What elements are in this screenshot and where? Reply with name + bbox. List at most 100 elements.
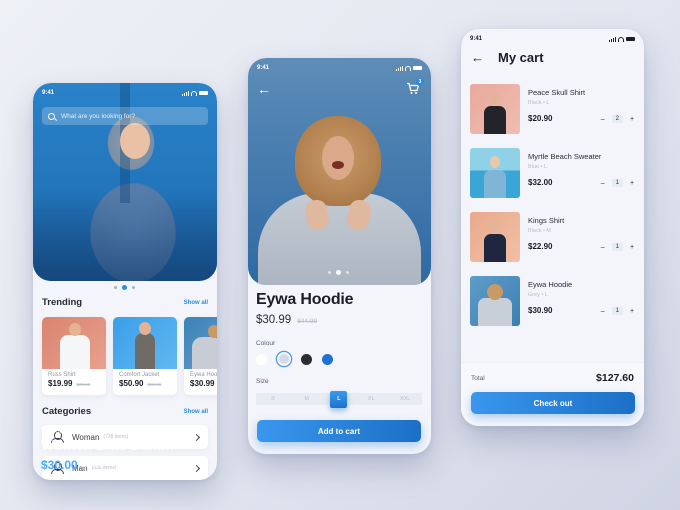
colour-swatch-black[interactable] bbox=[301, 353, 312, 365]
colour-picker bbox=[256, 352, 333, 366]
cart-item-name: Peace Skull Shirt bbox=[528, 88, 586, 97]
carousel-dot[interactable] bbox=[328, 271, 331, 274]
image-carousel-dots[interactable] bbox=[328, 270, 349, 275]
product-image[interactable] bbox=[248, 58, 431, 285]
hero-model-image bbox=[120, 123, 150, 159]
battery-icon bbox=[413, 66, 422, 70]
carousel-dot[interactable] bbox=[346, 271, 349, 274]
status-time: 9:41 bbox=[42, 90, 55, 96]
trending-card[interactable]: Comfort Jacket $50.90 $60.90 bbox=[113, 317, 177, 395]
product-old-price: $25.99 bbox=[76, 382, 91, 387]
size-option[interactable]: S bbox=[263, 396, 283, 402]
hero-info: Recommendations Women Blue Denim $30.00 … bbox=[41, 426, 174, 472]
hero-label: Recommendations bbox=[41, 426, 108, 435]
cart-item-image bbox=[470, 276, 520, 326]
increase-button[interactable]: + bbox=[628, 308, 636, 315]
trending-show-all-link[interactable]: Show all bbox=[184, 300, 208, 306]
trending-header: Trending Show all bbox=[42, 297, 208, 308]
status-time: 9:41 bbox=[257, 65, 270, 71]
carousel-dot-active[interactable] bbox=[122, 285, 127, 290]
carousel-dot-active[interactable] bbox=[336, 270, 341, 275]
product-image bbox=[42, 317, 106, 369]
cart-screen: 9:41 ← My cart Peace Skull Shirt Black •… bbox=[461, 29, 644, 426]
wifi-icon bbox=[405, 65, 411, 71]
product-price: $30.99 bbox=[190, 379, 215, 388]
status-bar: 9:41 bbox=[470, 35, 635, 43]
signal-icon bbox=[396, 65, 403, 71]
cart-button[interactable]: 3 bbox=[406, 78, 424, 95]
colour-swatch-blue[interactable] bbox=[322, 353, 333, 365]
product-name: Russ Shirt bbox=[48, 372, 76, 378]
product-old-price: $60.90 bbox=[147, 382, 162, 387]
back-arrow-icon[interactable]: ← bbox=[471, 51, 484, 64]
status-bar: 9:41 bbox=[257, 64, 422, 72]
size-option[interactable]: M bbox=[297, 396, 317, 402]
decrease-button[interactable]: – bbox=[599, 244, 607, 251]
product-price: $19.99 bbox=[48, 379, 73, 388]
categories-show-all-link[interactable]: Show all bbox=[184, 409, 208, 415]
wifi-icon bbox=[191, 90, 197, 96]
cart-badge: 3 bbox=[416, 78, 424, 86]
decrease-button[interactable]: – bbox=[599, 180, 607, 187]
hero-price: $30.00 bbox=[41, 458, 78, 472]
product-screen: 9:41 ← 3 Eywa Hoodie $30.99 $44.99 Colou… bbox=[248, 58, 431, 454]
colour-label: Colour bbox=[256, 340, 276, 347]
carousel-dot[interactable] bbox=[132, 286, 135, 289]
decrease-button[interactable]: – bbox=[599, 116, 607, 123]
hero-old-price: $36.00 bbox=[82, 461, 105, 469]
colour-swatch-grey-selected[interactable] bbox=[277, 352, 291, 366]
home-screen: 9:41 What are you looking for? Recommend… bbox=[33, 83, 217, 480]
product-title: Eywa Hoodie bbox=[256, 291, 354, 308]
battery-icon bbox=[199, 91, 208, 95]
increase-button[interactable]: + bbox=[628, 180, 636, 187]
product-image bbox=[113, 317, 177, 369]
quantity-value: 1 bbox=[611, 179, 623, 187]
cart-item-price: $30.90 bbox=[528, 306, 553, 315]
cart-item-name: Kings Shirt bbox=[528, 216, 565, 225]
cart-item-price: $32.00 bbox=[528, 178, 553, 187]
cart-item[interactable]: Myrtle Beach Sweater Blue • L $32.00 – 1… bbox=[470, 148, 636, 198]
size-option-selected[interactable]: L bbox=[330, 390, 348, 408]
size-option[interactable]: XXL bbox=[395, 396, 415, 402]
page-title: My cart bbox=[498, 50, 544, 65]
decrease-button[interactable]: – bbox=[599, 308, 607, 315]
quantity-stepper: – 2 + bbox=[599, 115, 636, 123]
product-name: Eywa Hoodie bbox=[190, 372, 217, 378]
status-time: 9:41 bbox=[470, 36, 483, 42]
trending-list: Russ Shirt $19.99 $25.99 Comfort Jacket … bbox=[42, 317, 217, 395]
cart-item-price: $22.90 bbox=[528, 242, 553, 251]
trending-card[interactable]: Eywa Hoodie $30.99 bbox=[184, 317, 217, 395]
increase-button[interactable]: + bbox=[628, 244, 636, 251]
checkout-button[interactable]: Check out bbox=[471, 392, 635, 414]
categories-title: Categories bbox=[42, 406, 92, 417]
signal-icon bbox=[182, 90, 189, 96]
trending-title: Trending bbox=[42, 297, 83, 308]
cart-item[interactable]: Eywa Hoodie Grey • L $30.90 – 1 + bbox=[470, 276, 636, 326]
trending-card[interactable]: Russ Shirt $19.99 $25.99 bbox=[42, 317, 106, 395]
hero-title: Women Blue Denim bbox=[41, 438, 174, 454]
search-placeholder: What are you looking for? bbox=[61, 112, 136, 120]
carousel-dot[interactable] bbox=[114, 286, 117, 289]
categories-header: Categories Show all bbox=[42, 406, 208, 417]
cart-item[interactable]: Kings Shirt Black • M $22.90 – 1 + bbox=[470, 212, 636, 262]
search-input[interactable]: What are you looking for? bbox=[42, 107, 208, 125]
product-name: Comfort Jacket bbox=[119, 372, 160, 378]
increase-button[interactable]: + bbox=[628, 116, 636, 123]
cart-item[interactable]: Peace Skull Shirt Black • L $20.90 – 2 + bbox=[470, 84, 636, 134]
quantity-stepper: – 1 + bbox=[599, 179, 636, 187]
back-arrow-icon[interactable]: ← bbox=[257, 82, 271, 96]
add-to-cart-button[interactable]: Add to cart bbox=[257, 420, 421, 442]
product-price: $30.99 bbox=[256, 314, 292, 326]
chevron-right-icon bbox=[192, 464, 201, 472]
cart-item-name: Eywa Hoodie bbox=[528, 280, 573, 289]
colour-swatch-white[interactable] bbox=[256, 353, 267, 365]
size-option[interactable]: XL bbox=[361, 396, 381, 402]
size-selector: S M L XL XXL bbox=[256, 390, 422, 408]
wifi-icon bbox=[618, 36, 624, 42]
search-icon bbox=[48, 112, 55, 120]
carousel-dots[interactable] bbox=[114, 285, 135, 290]
chevron-right-icon bbox=[192, 433, 201, 441]
status-bar: 9:41 bbox=[42, 89, 208, 97]
product-old-price: $44.99 bbox=[297, 318, 318, 325]
size-label: Size bbox=[256, 378, 269, 385]
